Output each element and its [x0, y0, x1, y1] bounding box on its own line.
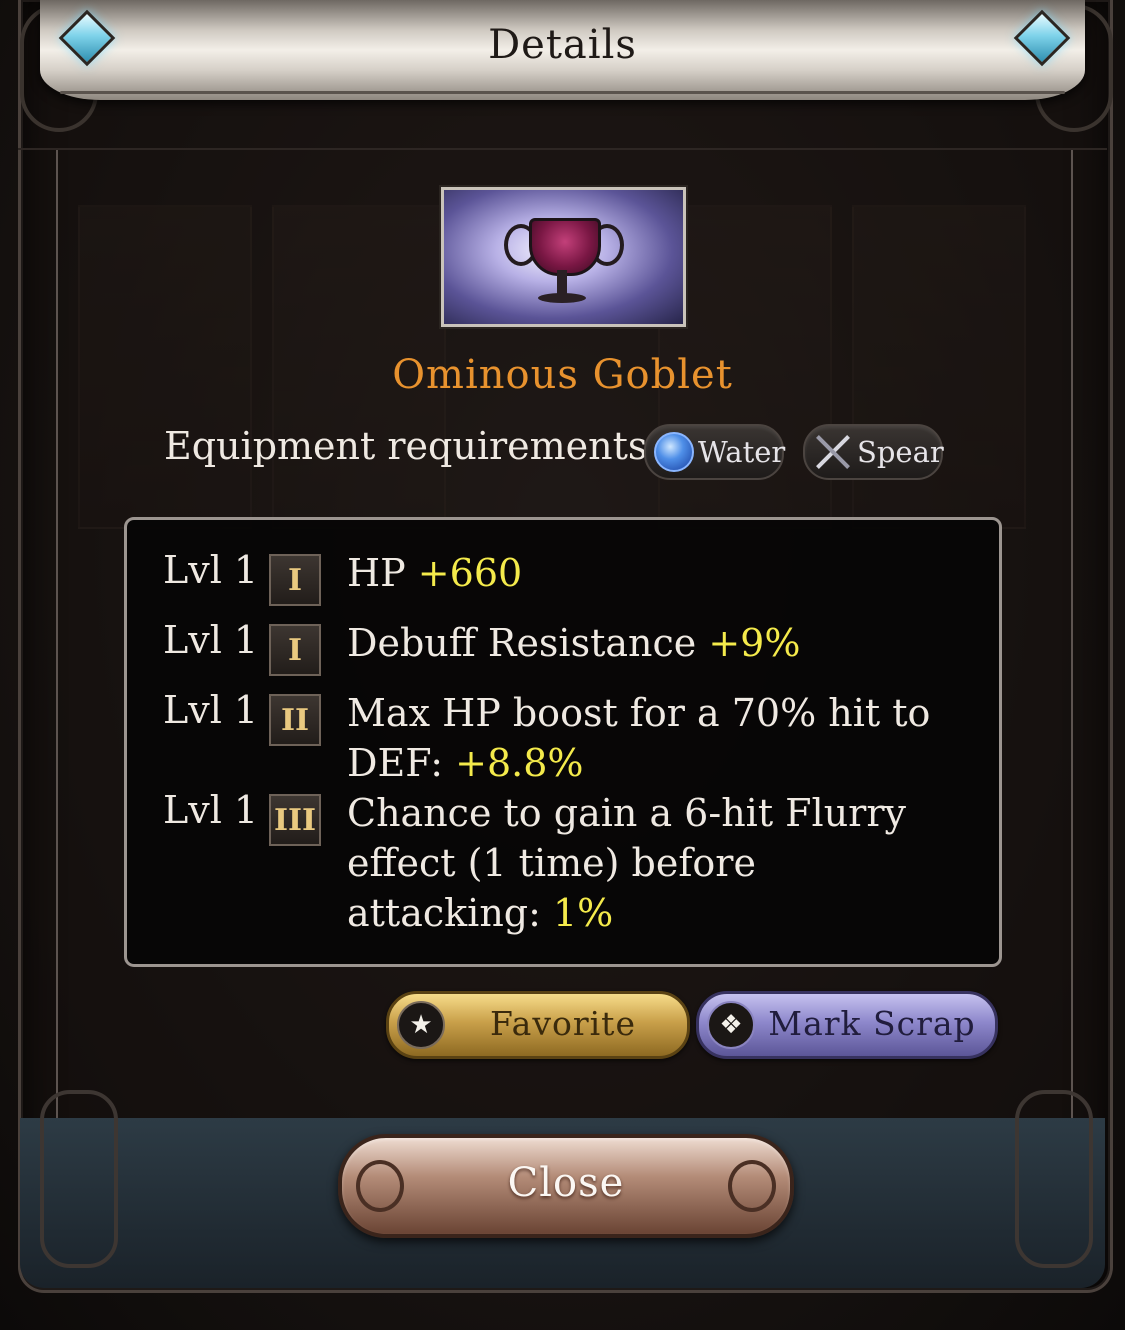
stat-description: HP +660 — [347, 548, 957, 598]
spear-weapon-icon — [813, 432, 853, 472]
star-icon: ★ — [397, 1001, 445, 1049]
goblet-base — [538, 293, 586, 303]
stat-value: +8.8% — [455, 741, 584, 785]
stat-label: Max HP boost for a 70% hit to DEF: — [347, 691, 931, 785]
tier-badge-icon: I — [269, 554, 321, 606]
stat-description: Debuff Resistance +9% — [347, 618, 957, 668]
stat-description: Max HP boost for a 70% hit to DEF: +8.8% — [347, 688, 957, 788]
mark-scrap-button-label: Mark Scrap — [768, 1004, 976, 1043]
stat-level: Lvl 1 — [163, 618, 259, 662]
mark-scrap-button[interactable]: ❖ Mark Scrap — [696, 991, 998, 1059]
requirement-chip-spear: Spear — [803, 424, 944, 480]
close-button[interactable]: Close — [338, 1134, 794, 1238]
details-screen: Details Ominous Goblet Equipment require… — [0, 0, 1125, 1330]
stat-label: HP — [347, 551, 418, 595]
stats-panel: Lvl 1 I HP +660 Lvl 1 I Debuff Resistanc… — [124, 517, 1002, 967]
stat-level: Lvl 1 — [163, 788, 259, 832]
stat-level: Lvl 1 — [163, 688, 259, 732]
item-name: Ominous Goblet — [392, 352, 733, 398]
requirement-chip-label: Water — [698, 435, 786, 469]
dialog-title: Details — [488, 22, 637, 68]
stat-level: Lvl 1 — [163, 548, 259, 592]
scrap-icon: ❖ — [707, 1001, 755, 1049]
requirement-chip-label: Spear — [857, 435, 944, 469]
corner-ornament-left — [40, 1090, 118, 1268]
requirements-label: Equipment requirements: — [164, 424, 661, 468]
item-image — [441, 187, 686, 327]
stat-description: Chance to gain a 6-hit Flurry effect (1 … — [347, 788, 957, 938]
stat-value: +9% — [708, 621, 801, 665]
stat-value: 1% — [553, 891, 614, 935]
close-button-label: Close — [507, 1160, 625, 1206]
goblet-icon — [529, 218, 601, 276]
stat-label: Chance to gain a 6-hit Flurry effect (1 … — [347, 791, 906, 935]
favorite-button[interactable]: ★ Favorite — [386, 991, 690, 1059]
tier-badge-icon: III — [269, 794, 321, 846]
water-element-icon — [654, 432, 694, 472]
corner-ornament-right — [1015, 1090, 1093, 1268]
requirement-chip-water: Water — [644, 424, 786, 480]
stat-value: +660 — [417, 551, 523, 595]
header-banner: Details — [40, 0, 1085, 100]
tier-badge-icon: II — [269, 694, 321, 746]
favorite-button-label: Favorite — [490, 1004, 636, 1043]
stat-label: Debuff Resistance — [347, 621, 709, 665]
divider — [18, 148, 1107, 150]
tier-badge-icon: I — [269, 624, 321, 676]
